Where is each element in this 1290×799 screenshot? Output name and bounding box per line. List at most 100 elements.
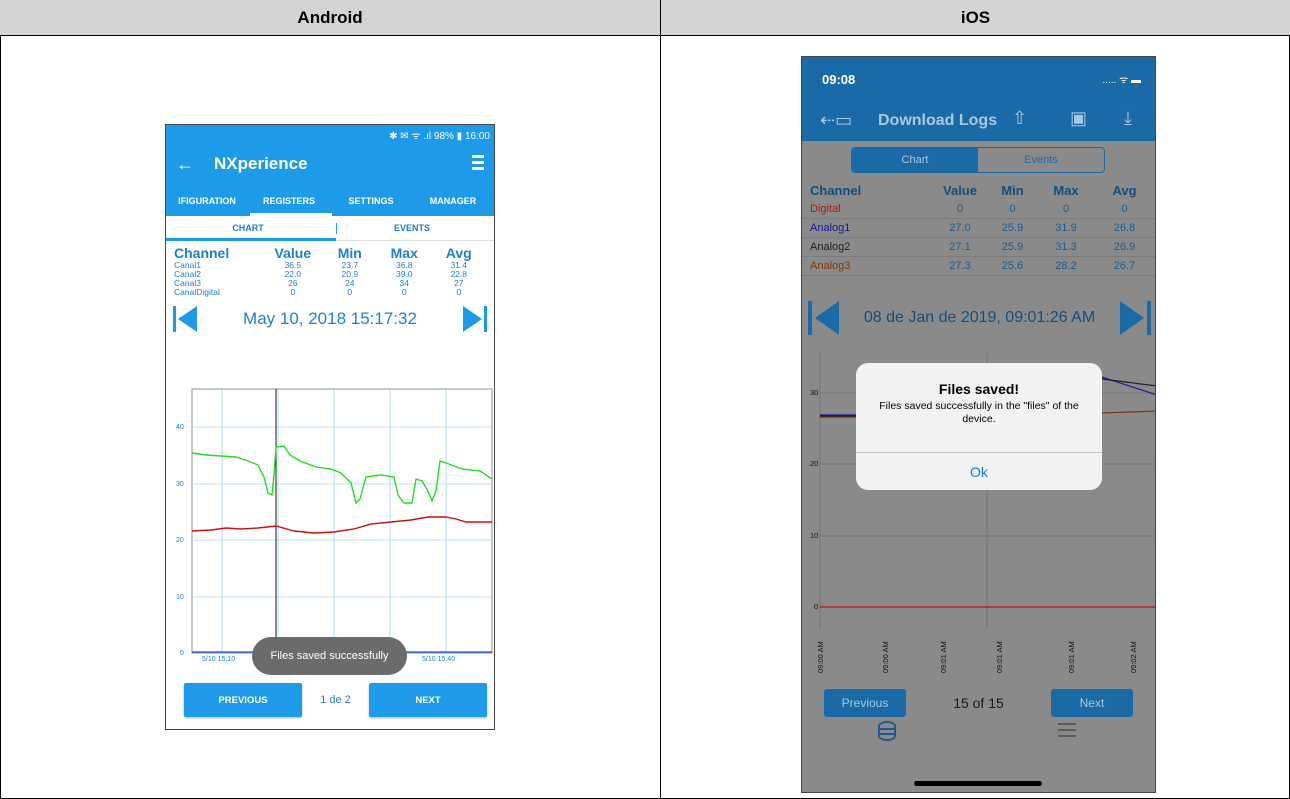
ios-header: iOS	[661, 0, 1290, 36]
column-header: Max	[1053, 183, 1079, 198]
subtab-chart[interactable]: CHART	[166, 216, 330, 240]
download-icon[interactable]: ⤓	[1124, 108, 1132, 129]
previous-button[interactable]: PREVIOUS	[184, 683, 302, 717]
y-tick-label: 0	[180, 650, 184, 657]
column-header: Min	[337, 245, 362, 261]
subtab-indicator	[166, 238, 336, 241]
x-tick-label: 09:02 AM	[1129, 641, 1138, 673]
previous-button[interactable]: Previous	[824, 689, 906, 717]
channel-name: Analog3	[810, 260, 851, 272]
table-header-row: Channel Value Min Max Avg	[802, 181, 1155, 200]
next-button[interactable]: NEXT	[369, 683, 487, 717]
android-tab-bar: IFIGURATION REGISTERS SETTINGS MANAGER	[166, 185, 494, 216]
home-indicator	[914, 781, 1042, 786]
files-saved-alert: Files saved! Files saved successfully in…	[856, 363, 1102, 490]
page-indicator: 1 de 2	[320, 694, 351, 706]
y-tick-label: 30	[176, 481, 184, 488]
database-icon[interactable]	[878, 721, 896, 741]
channel-name: Analog1	[810, 222, 851, 234]
share-icon[interactable]: ⇧	[1012, 108, 1027, 129]
previous-arrow-icon[interactable]	[173, 306, 199, 332]
arrow-left-icon[interactable]: ←	[176, 154, 208, 175]
x-tick-label: 5/10 15:10	[202, 656, 235, 663]
tab-manager[interactable]: MANAGER	[412, 185, 494, 216]
previous-arrow-icon[interactable]	[808, 301, 840, 335]
toast-message: Files saved successfully	[252, 637, 407, 675]
table-cell: 0	[456, 287, 462, 297]
status-time: 09:08	[822, 71, 856, 87]
table-cell: 0	[1121, 203, 1128, 215]
ios-channel-table: Channel Value Min Max Avg Digital 0 0 0 0 An…	[802, 181, 1155, 276]
table-row: Digital 0 0 0 0	[802, 200, 1155, 219]
table-cell: 27.1	[949, 241, 971, 253]
table-cell: 25.6	[1001, 260, 1024, 272]
x-tick-label: 09:01 AM	[939, 641, 948, 673]
table-cell: 0	[1062, 203, 1070, 215]
table-cell: 26.7	[1113, 260, 1136, 272]
ios-date-nav: 08 de Jan de 2019, 09:01:26 AM	[802, 297, 1155, 339]
save-icon[interactable]: ▣	[1070, 108, 1087, 129]
android-app-bar: ← NXperience	[166, 143, 494, 185]
ios-nav-bar: ⇠▭ Download Logs ⇧ ▣ ⤓	[802, 101, 1155, 141]
table-cell: 31.9	[1055, 222, 1077, 234]
segment-chart[interactable]: Chart	[852, 148, 978, 172]
subtab-events[interactable]: EVENTS	[330, 216, 494, 240]
menu-icon[interactable]	[1058, 723, 1076, 741]
current-date: May 10, 2018 15:17:32	[243, 309, 417, 328]
column-header: Avg	[1112, 183, 1137, 198]
chart-plot-area	[191, 388, 493, 654]
table-cell: 28.2	[1055, 260, 1077, 272]
page-indicator: 15 of 15	[953, 695, 1004, 711]
table-cell: 0	[956, 203, 964, 215]
next-arrow-icon[interactable]	[1119, 301, 1151, 335]
column-header: Max	[390, 245, 418, 261]
table-cell: 31.3	[1055, 241, 1077, 253]
table-cell: 25.9	[1001, 241, 1024, 253]
table-row: Canal1 36.5 23.7 36.8 31.4	[174, 261, 486, 270]
x-tick-label: 09:00 AM	[881, 641, 890, 673]
ios-tab-bar	[802, 719, 1155, 792]
table-cell: 27.3	[949, 260, 971, 272]
next-button[interactable]: Next	[1050, 689, 1133, 717]
menu-icon[interactable]	[472, 155, 484, 173]
table-row: Analog2 27.1 25.9 31.3 26.9	[802, 238, 1155, 257]
y-tick-label: 30	[810, 388, 818, 397]
y-tick-label: 10	[810, 531, 818, 540]
column-header: Avg	[445, 245, 472, 261]
column-header: Value	[274, 245, 312, 261]
tab-registers[interactable]: REGISTERS	[248, 185, 330, 216]
table-cell: 26.9	[1113, 241, 1136, 253]
y-tick-label: 0	[814, 602, 818, 611]
tab-settings[interactable]: SETTINGS	[330, 185, 412, 216]
table-row: CanalDigital 0 0 0 0	[174, 288, 486, 297]
next-arrow-icon[interactable]	[461, 306, 487, 332]
app-title: NXperience	[214, 154, 308, 173]
table-header-row: Channel Value Min Max Avg	[174, 245, 486, 261]
x-tick-label: 5/10 15:40	[422, 656, 455, 663]
alert-ok-button[interactable]: Ok	[856, 452, 1102, 490]
android-subtabs: CHART EVENTS	[166, 216, 494, 241]
subtab-separator	[336, 223, 337, 234]
table-cell: CanalDigital	[174, 287, 220, 297]
tab-configuration[interactable]: IFIGURATION	[166, 185, 248, 216]
x-tick-label: 09:01 AM	[995, 641, 1004, 673]
android-channel-table: Channel Value Min Max Avg Canal1 36.5 23.7…	[166, 241, 494, 297]
segmented-control: Chart Events	[851, 147, 1105, 173]
ios-screenshot: 09:08 ..... ᯤ ▬ ⇠▭ Download Logs ⇧ ▣ ⤓ C…	[801, 56, 1156, 793]
android-date-nav: May 10, 2018 15:17:32	[166, 301, 494, 337]
status-icons: ..... ᯤ ▬	[1102, 75, 1141, 86]
table-cell: 0	[347, 287, 353, 297]
column-header: Channel	[810, 183, 862, 198]
y-tick-label: 40	[176, 424, 184, 431]
android-line-chart: 40 30 20 10 0 5/10 15:10 5/10 15:40	[176, 388, 493, 663]
segment-events[interactable]: Events	[978, 148, 1104, 172]
channel-name: Analog2	[810, 241, 851, 253]
alert-title: Files saved!	[938, 381, 1020, 397]
current-date: 08 de Jan de 2019, 09:01:26 AM	[863, 309, 1096, 326]
android-pagination: PREVIOUS 1 de 2 NEXT	[166, 683, 494, 717]
table-row: Canal3 26 24 34 27	[174, 279, 486, 288]
exit-icon[interactable]: ⇠▭	[820, 110, 852, 131]
column-divider	[660, 0, 661, 799]
y-tick-label: 20	[810, 459, 818, 468]
table-cell: 25.9	[1001, 222, 1024, 234]
